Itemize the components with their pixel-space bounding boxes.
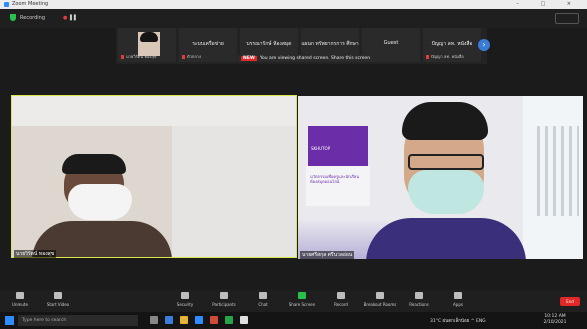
encryption-shield-icon[interactable] [10,14,16,21]
participants-icon [220,292,228,299]
window-title-bar: Zoom Meeting – □ × [0,0,587,9]
record-dot-icon: ● [63,15,68,21]
share-notification-text: You are viewing shared screen. Share thi… [259,56,371,61]
zoom-meeting-window: Zoom Meeting – □ × Recording ● ▌▌ นายวิร… [0,0,587,329]
share-screen-button[interactable]: Share Screen [282,292,322,307]
clock-date: 2/10/2021 [543,320,567,325]
windows-taskbar: Type here to search 31°C ฝนตกเล็กน้อย ^ … [0,312,587,329]
active-speaker-video[interactable] [11,95,297,258]
windows-start-icon[interactable] [5,316,14,325]
zoom-app-icon [4,2,9,7]
participant-thumb[interactable]: นายวิรัตน์ ทองสุข [118,28,176,62]
window-title: Zoom Meeting [12,1,49,7]
participant-thumb-name: แผนก ทรัพยากรการ ศึกษา [301,41,359,47]
meeting-top-bar: Recording ● ▌▌ [0,9,587,28]
taskbar-clock[interactable]: 10:12 AM 2/10/2021 [540,314,570,326]
chat-button[interactable]: Chat [243,292,283,307]
participant-thumb-name: ปัญญา ลท. หนังสือ [431,41,473,47]
chat-icon [259,292,267,299]
poster-brand: SKHUTOP [311,146,331,151]
reactions-icon [415,292,423,299]
participant-thumb-subtitle: ตัวกลาง [187,54,201,59]
clock-time: 10:12 AM [544,314,566,319]
record-button[interactable]: Record [321,292,361,307]
microphone-icon [16,292,24,299]
taskbar-search-box[interactable]: Type here to search [18,315,138,326]
app-taskbar-icon[interactable] [240,316,248,324]
window-controls[interactable]: – □ × [516,0,581,9]
participant-thumb[interactable]: ระบบเครือข่าย ตัวกลาง [179,28,237,62]
window-blinds [537,126,579,216]
participant-thumb-subtitle: นายวิรัตน์ ทองสุข [126,54,157,59]
participant-body [366,218,526,259]
video-name-label-left: นายวิรัตน์ ทองสุข [14,250,57,258]
breakout-rooms-icon [376,292,384,299]
breakout-rooms-button[interactable]: Breakout Rooms [360,292,400,307]
start-video-button[interactable]: Start Video [38,292,78,307]
muted-mic-icon [426,55,429,59]
system-tray[interactable]: 31°C ฝนตกเล็กน้อย ^ ENG [430,317,486,324]
face-mask [68,184,132,220]
shield-icon [181,292,189,299]
video-name-label-right: นายศรีสกุล ศรีนวลอ่อน [300,251,355,259]
record-icon [337,292,345,299]
app-taskbar-icon[interactable] [225,316,233,324]
muted-mic-icon [182,55,185,59]
apps-button[interactable]: Apps [438,292,478,307]
participant-thumb-subtitle: ปัญญา ลท. หนังสือ [431,54,464,59]
pause-icon[interactable]: ▌▌ [70,14,78,22]
apps-icon [454,292,462,299]
face-mask [408,170,484,214]
participant-thumb-name: Guest [383,40,399,46]
task-view-icon[interactable] [150,316,158,324]
file-explorer-icon[interactable] [180,316,188,324]
unmute-button[interactable]: Unmute [0,292,40,307]
view-toggle[interactable] [555,13,579,24]
video-camera-icon [54,292,62,299]
new-badge: NEW [241,56,257,61]
zoom-taskbar-icon[interactable] [195,316,203,324]
edge-browser-icon[interactable] [165,316,173,324]
poster-text: นวัตกรรมเพื่อครูและนักเรียน ห้องสมุดออนไ… [310,174,360,184]
glasses [408,154,484,170]
share-notification-banner[interactable]: NEW You are viewing shared screen. Share … [238,55,374,62]
next-page-arrow-icon[interactable]: › [478,39,490,51]
muted-mic-icon [121,55,124,59]
participant-thumb-name: บรรณารักษ์ ห้องสมุด [246,41,292,47]
security-button[interactable]: Security [165,292,205,307]
share-screen-icon [298,292,306,299]
end-meeting-button[interactable]: End [560,297,580,306]
participant-thumb[interactable]: ปัญญา ลท. หนังสือ ปัญญา ลท. หนังสือ [423,28,481,62]
participant-thumb-name: ระบบเครือข่าย [192,41,224,47]
participants-button[interactable]: Participants [204,292,244,307]
participant-video[interactable]: SKHUTOP นวัตกรรมเพื่อครูและนักเรียน ห้อง… [298,96,583,259]
meeting-controls-toolbar: Unmute Start Video Security Participants… [0,290,587,312]
recording-indicator[interactable]: Recording [20,14,45,22]
reactions-button[interactable]: Reactions [399,292,439,307]
app-taskbar-icon[interactable] [210,316,218,324]
